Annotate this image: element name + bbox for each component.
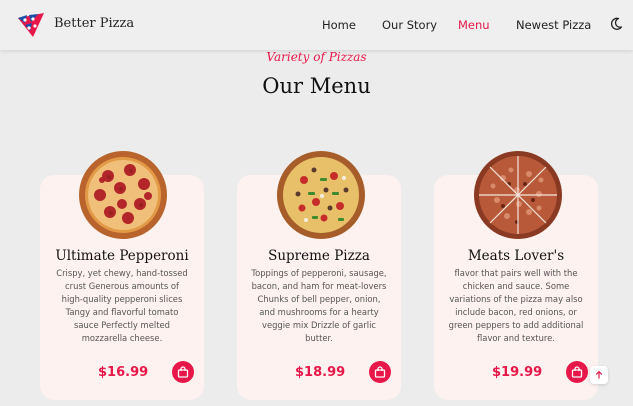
moon-icon[interactable] [609, 17, 623, 31]
card-title: Ultimate Pepperoni [55, 248, 189, 264]
pizza-logo-icon[interactable] [16, 11, 46, 39]
scroll-to-top-button[interactable] [590, 366, 608, 384]
card-title: Meats Lover's [467, 248, 565, 264]
meats-lovers-pizza-image [474, 151, 562, 239]
shopping-bag-icon [571, 366, 583, 378]
card-price: $19.99 [492, 365, 543, 380]
shopping-bag-icon [177, 366, 189, 378]
card-price: $16.99 [98, 365, 149, 380]
nav-home[interactable]: Home [322, 18, 356, 32]
add-to-cart-button[interactable] [369, 361, 391, 383]
brand-name[interactable]: Better Pizza [54, 16, 134, 31]
supreme-pizza-image [277, 151, 365, 239]
nav-our-story[interactable]: Our Story [382, 18, 437, 32]
card-price: $18.99 [295, 365, 346, 380]
card-description: Crispy, yet chewy, hand-tossed crust Gen… [56, 268, 188, 343]
card-description: Toppings of pepperoni, sausage, bacon, a… [251, 268, 387, 343]
nav-newest-pizza[interactable]: Newest Pizza [516, 18, 591, 32]
card-title: Supreme Pizza [268, 248, 370, 264]
page-title: Our Menu [262, 74, 371, 98]
nav-menu[interactable]: Menu [458, 18, 490, 32]
card-description: flavor that pairs well with the chicken … [448, 268, 584, 343]
shopping-bag-icon [374, 366, 386, 378]
pepperoni-pizza-image [79, 151, 167, 239]
section-subtitle: Variety of Pizzas [266, 50, 367, 64]
arrow-up-icon [595, 370, 603, 379]
add-to-cart-button[interactable] [172, 361, 194, 383]
site-header: Better Pizza Home Our Story Menu Newest … [0, 0, 633, 50]
add-to-cart-button[interactable] [566, 361, 588, 383]
